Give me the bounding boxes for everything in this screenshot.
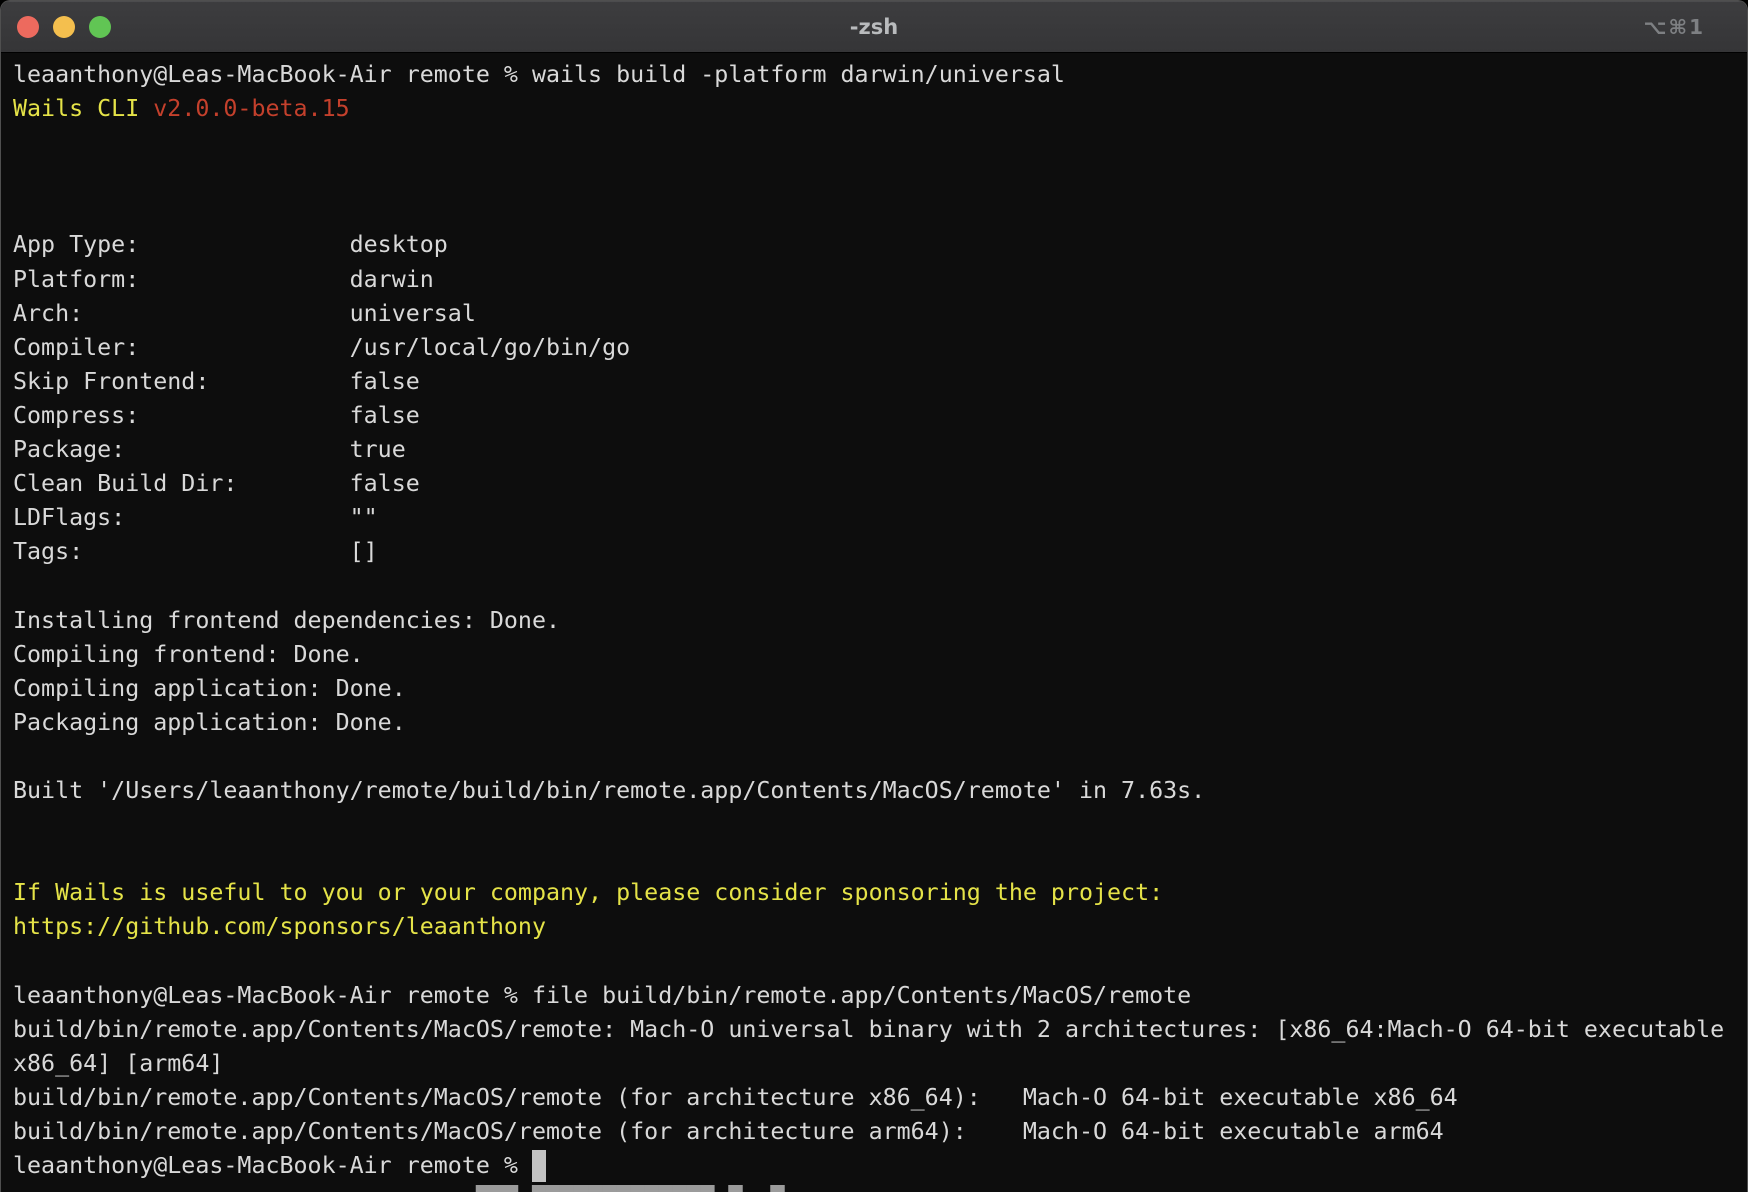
terminal-line bbox=[13, 944, 1747, 978]
terminal-line: Compress: false bbox=[13, 399, 1747, 433]
terminal-line bbox=[13, 194, 1747, 228]
terminal-line bbox=[13, 569, 1747, 603]
terminal-output[interactable]: leaanthony@Leas-MacBook-Air remote % wai… bbox=[1, 53, 1747, 1192]
terminal-line: leaanthony@Leas-MacBook-Air remote % wai… bbox=[13, 58, 1747, 92]
terminal-line: Tags: [] bbox=[13, 535, 1747, 569]
terminal-line: Clean Build Dir: false bbox=[13, 467, 1747, 501]
terminal-line: Installing frontend dependencies: Done. bbox=[13, 604, 1747, 638]
terminal-line: Compiling frontend: Done. bbox=[13, 638, 1747, 672]
terminal-line: Wails CLI v2.0.0-beta.15 bbox=[13, 92, 1747, 126]
terminal-line bbox=[13, 126, 1747, 160]
terminal-line: Compiling application: Done. bbox=[13, 672, 1747, 706]
terminal-text-segment: Arch: universal bbox=[13, 300, 476, 327]
terminal-text-segment: x86_64] [arm64] bbox=[13, 1050, 223, 1077]
terminal-line: https://github.com/sponsors/leaanthony bbox=[13, 910, 1747, 944]
terminal-text-segment: Package: true bbox=[13, 436, 406, 463]
terminal-text-segment: https://github.com/sponsors/leaanthony bbox=[13, 913, 546, 940]
terminal-text-segment: Compress: false bbox=[13, 402, 420, 429]
terminal-text-segment: LDFlags: "" bbox=[13, 504, 378, 531]
terminal-text-segment: Wails CLI bbox=[13, 95, 153, 122]
terminal-line: Platform: darwin bbox=[13, 263, 1747, 297]
terminal-line: build/bin/remote.app/Contents/MacOS/remo… bbox=[13, 1081, 1747, 1115]
terminal-text-segment: Clean Build Dir: false bbox=[13, 470, 420, 497]
terminal-line: build/bin/remote.app/Contents/MacOS/remo… bbox=[13, 1013, 1747, 1047]
terminal-text-segment: ███ █████████████ █ █ bbox=[476, 1186, 785, 1192]
terminal-text-segment: Tags: [] bbox=[13, 538, 378, 565]
terminal-line: Package: true bbox=[13, 433, 1747, 467]
terminal-text-segment: Platform: darwin bbox=[13, 266, 434, 293]
window-titlebar[interactable]: -zsh ⌥⌘1 bbox=[1, 1, 1747, 53]
terminal-line: App Type: desktop bbox=[13, 228, 1747, 262]
terminal-text-segment: Built '/Users/leaanthony/remote/build/bi… bbox=[13, 777, 1205, 804]
terminal-text-segment: If Wails is useful to you or your compan… bbox=[13, 879, 1163, 906]
terminal-line: build/bin/remote.app/Contents/MacOS/remo… bbox=[13, 1115, 1747, 1149]
terminal-line bbox=[13, 740, 1747, 774]
terminal-line: If Wails is useful to you or your compan… bbox=[13, 876, 1747, 910]
terminal-text-segment: Compiler: /usr/local/go/bin/go bbox=[13, 334, 630, 361]
terminal-text-segment: Compiling frontend: Done. bbox=[13, 641, 364, 668]
terminal-line bbox=[13, 842, 1747, 876]
terminal-line: Arch: universal bbox=[13, 297, 1747, 331]
terminal-line: Skip Frontend: false bbox=[13, 365, 1747, 399]
terminal-text-segment: Installing frontend dependencies: Done. bbox=[13, 607, 560, 634]
window-title: -zsh bbox=[1, 1, 1747, 53]
terminal-line: Compiler: /usr/local/go/bin/go bbox=[13, 331, 1747, 365]
terminal-text-segment: leaanthony@Leas-MacBook-Air remote % fil… bbox=[13, 982, 1191, 1009]
terminal-text-segment: Skip Frontend: false bbox=[13, 368, 420, 395]
terminal-line: Packaging application: Done. bbox=[13, 706, 1747, 740]
terminal-text-segment: Packaging application: Done. bbox=[13, 709, 406, 736]
terminal-text-segment: leaanthony@Leas-MacBook-Air remote % bbox=[13, 1152, 532, 1179]
terminal-text-segment: build/bin/remote.app/Contents/MacOS/remo… bbox=[13, 1084, 1458, 1111]
terminal-line: leaanthony@Leas-MacBook-Air remote % bbox=[13, 1149, 1747, 1183]
terminal-line: leaanthony@Leas-MacBook-Air remote % fil… bbox=[13, 979, 1747, 1013]
terminal-line: LDFlags: "" bbox=[13, 501, 1747, 535]
terminal-text-segment: v2.0.0-beta.15 bbox=[153, 95, 349, 122]
terminal-text-segment: build/bin/remote.app/Contents/MacOS/remo… bbox=[13, 1016, 1724, 1043]
terminal-line bbox=[13, 160, 1747, 194]
terminal-line: x86_64] [arm64] bbox=[13, 1047, 1747, 1081]
terminal-text-segment: build/bin/remote.app/Contents/MacOS/remo… bbox=[13, 1118, 1444, 1145]
terminal-line: ███ █████████████ █ █ bbox=[13, 1183, 1747, 1192]
terminal-text-segment: App Type: desktop bbox=[13, 231, 448, 258]
terminal-text-segment: Compiling application: Done. bbox=[13, 675, 406, 702]
terminal-text-segment: leaanthony@Leas-MacBook-Air remote % wai… bbox=[13, 61, 1065, 88]
terminal-window: -zsh ⌥⌘1 leaanthony@Leas-MacBook-Air rem… bbox=[0, 0, 1748, 1192]
terminal-line: Built '/Users/leaanthony/remote/build/bi… bbox=[13, 774, 1747, 808]
terminal-text-segment bbox=[13, 1186, 476, 1192]
terminal-line bbox=[13, 808, 1747, 842]
terminal-cursor bbox=[532, 1150, 546, 1182]
tab-shortcut-badge: ⌥⌘1 bbox=[1643, 1, 1705, 53]
